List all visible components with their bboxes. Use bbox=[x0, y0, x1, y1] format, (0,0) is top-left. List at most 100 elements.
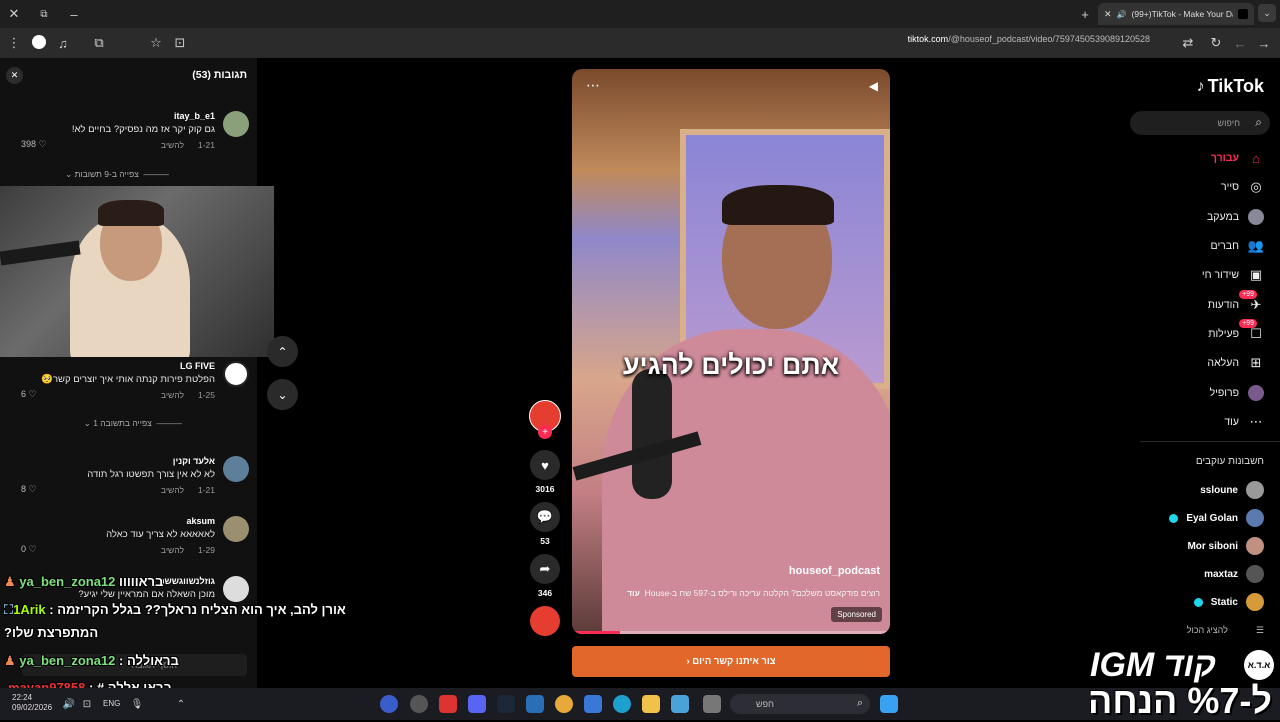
close-window-icon[interactable]: ✕ bbox=[6, 6, 22, 22]
more-options-icon[interactable]: ⋯ bbox=[586, 77, 600, 94]
profile-icon[interactable] bbox=[32, 35, 46, 49]
discord-icon[interactable] bbox=[468, 695, 486, 713]
nav-item-foryou[interactable]: ⌂ עבורך bbox=[1125, 148, 1265, 168]
recorder-icon[interactable] bbox=[439, 695, 457, 713]
reply-link[interactable]: להשיב bbox=[161, 545, 184, 555]
clock[interactable]: 22:24 09/02/2026 bbox=[12, 693, 52, 713]
nav-item-profile[interactable]: פרופיל bbox=[1125, 383, 1265, 403]
like-button[interactable]: ♥ 3016 bbox=[529, 450, 561, 494]
previous-video-button[interactable]: ⌃ bbox=[267, 336, 298, 367]
comment-button[interactable]: 💬 53 bbox=[529, 502, 561, 546]
avatar[interactable] bbox=[223, 361, 249, 387]
search-icon[interactable]: ⌕ bbox=[1255, 115, 1262, 130]
tiktok-logo[interactable]: ♪ TikTok bbox=[1197, 76, 1264, 97]
chat-message: בראוללה bbox=[126, 653, 179, 668]
windows-start-icon[interactable] bbox=[880, 695, 898, 713]
clock-date: 09/02/2026 bbox=[12, 703, 53, 712]
reload-icon[interactable]: ↻ bbox=[1208, 35, 1224, 51]
obs-icon[interactable] bbox=[380, 695, 398, 713]
see-more-link[interactable]: עוד bbox=[627, 588, 640, 598]
nav-item-explore[interactable]: ◎ סייר bbox=[1125, 177, 1265, 197]
url-domain: tiktok.com bbox=[907, 34, 949, 44]
tiktok-logo-text: TikTok bbox=[1207, 76, 1264, 96]
account-item[interactable]: Static bbox=[1193, 593, 1264, 611]
comment-likes[interactable]: 6 ♡ bbox=[21, 389, 37, 400]
store-icon[interactable] bbox=[584, 695, 602, 713]
minimize-window-icon[interactable]: – bbox=[66, 6, 82, 22]
network-icon[interactable]: ⊡ bbox=[80, 697, 94, 711]
comment-user[interactable]: itay_b_e1 bbox=[174, 111, 215, 121]
view-replies-link[interactable]: ――― צפייה בתשובה 1 ⌄ bbox=[84, 418, 182, 429]
contact-cta-button[interactable]: צור איתנו קשר היום ‹ bbox=[572, 646, 890, 677]
app-icon[interactable] bbox=[410, 695, 428, 713]
back-icon[interactable]: → bbox=[1256, 35, 1272, 51]
account-item[interactable]: maxtaz bbox=[1204, 565, 1264, 583]
search-input[interactable]: חיפוש bbox=[1130, 111, 1270, 135]
avatar[interactable] bbox=[223, 576, 249, 602]
nav-item-upload[interactable]: ⊞ העלאה bbox=[1125, 353, 1265, 373]
app-icon[interactable] bbox=[526, 695, 544, 713]
music-disc[interactable] bbox=[529, 606, 561, 636]
language-indicator[interactable]: ENG bbox=[103, 699, 120, 708]
show-all-link[interactable]: ☰ להציג הכול bbox=[1187, 625, 1264, 636]
reply-link[interactable]: להשיב bbox=[161, 140, 184, 150]
mute-tab-icon[interactable]: 🔊 bbox=[1117, 10, 1127, 19]
close-tab-icon[interactable]: ✕ bbox=[1104, 9, 1112, 20]
nav-item-messages[interactable]: ✈ 99+ הודעות bbox=[1125, 290, 1265, 315]
menu-dots-icon[interactable]: ⋮ bbox=[6, 35, 22, 51]
author-avatar-button[interactable]: + bbox=[529, 400, 561, 439]
microphone-icon[interactable]: 🎙 bbox=[130, 697, 144, 711]
nav-item-activity[interactable]: ☐ 99+ פעילות bbox=[1125, 319, 1265, 344]
activity-badge: 99+ bbox=[1239, 319, 1257, 328]
extensions-icon[interactable]: ⧉ bbox=[92, 35, 106, 51]
restore-window-icon[interactable]: ⧉ bbox=[36, 6, 52, 22]
next-video-button[interactable]: ⌄ bbox=[267, 379, 298, 410]
new-tab-icon[interactable]: + bbox=[1077, 6, 1093, 22]
comment-item: אלעד וקנין לא לא אין צורך תפשטו רגל תודה… bbox=[1, 456, 249, 500]
video-author[interactable]: houseof_podcast bbox=[789, 565, 880, 577]
comment-likes[interactable]: 0 ♡ bbox=[21, 544, 37, 555]
chrome-icon[interactable] bbox=[555, 695, 573, 713]
comment-user[interactable]: aksum bbox=[186, 516, 215, 526]
account-item[interactable]: Mor siboni bbox=[1187, 537, 1264, 555]
avatar[interactable] bbox=[223, 111, 249, 137]
follow-plus-icon[interactable]: + bbox=[538, 425, 552, 439]
bookmark-star-icon[interactable]: ☆ bbox=[148, 35, 164, 51]
avatar[interactable] bbox=[223, 456, 249, 482]
volume-icon[interactable]: 🔊 bbox=[62, 697, 76, 711]
tab-tiktok[interactable]: ✕ 🔊 (99+)TikTok - Make Your Da bbox=[1098, 3, 1254, 25]
person-hair bbox=[722, 185, 834, 225]
task-view-icon[interactable] bbox=[703, 695, 721, 713]
comment-likes[interactable]: 398 ♡ bbox=[21, 139, 47, 150]
close-comments-icon[interactable]: ✕ bbox=[6, 67, 23, 84]
view-replies-link[interactable]: ――― צפייה ב-9 תשובות ⌄ bbox=[65, 169, 169, 180]
volume-icon[interactable]: ◀︎ bbox=[869, 79, 878, 93]
avatar[interactable] bbox=[223, 516, 249, 542]
account-item[interactable]: ssloune bbox=[1200, 481, 1264, 499]
steam-icon[interactable] bbox=[497, 695, 515, 713]
file-explorer-icon[interactable] bbox=[642, 695, 660, 713]
media-control-icon[interactable]: ♫ bbox=[56, 35, 70, 51]
nav-item-following[interactable]: במעקב bbox=[1125, 207, 1265, 227]
reply-link[interactable]: להשיב bbox=[161, 390, 184, 400]
reply-link[interactable]: להשיב bbox=[161, 485, 184, 495]
progress-track[interactable] bbox=[572, 631, 890, 634]
comment-user[interactable]: גוזלנשווגששה bbox=[158, 576, 215, 586]
site-settings-icon[interactable]: ⇄ bbox=[1180, 35, 1196, 51]
app-icon[interactable] bbox=[671, 695, 689, 713]
comment-likes[interactable]: 8 ♡ bbox=[21, 484, 37, 495]
comment-user[interactable]: LG FIVE bbox=[180, 361, 215, 371]
forward-icon[interactable]: ← bbox=[1232, 35, 1248, 51]
comment-user[interactable]: אלעד וקנין bbox=[173, 456, 215, 466]
show-hidden-icons[interactable]: ⌃ bbox=[174, 697, 188, 711]
install-app-icon[interactable]: ⊡ bbox=[172, 35, 188, 51]
account-item[interactable]: Eyal Golan bbox=[1169, 509, 1264, 527]
nav-item-live[interactable]: ▣ שידור חי bbox=[1125, 265, 1265, 285]
nav-item-friends[interactable]: 👥 חברים bbox=[1125, 236, 1265, 256]
address-bar[interactable]: tiktok.com/@houseof_podcast/video/759745… bbox=[908, 34, 1150, 50]
share-button[interactable]: ➦ 346 bbox=[529, 554, 561, 598]
nav-item-more[interactable]: ⋯ עוד bbox=[1125, 412, 1265, 432]
taskbar-search[interactable]: חפש bbox=[730, 694, 870, 714]
edge-icon[interactable] bbox=[613, 695, 631, 713]
tab-search-icon[interactable]: ⌄ bbox=[1258, 4, 1276, 22]
